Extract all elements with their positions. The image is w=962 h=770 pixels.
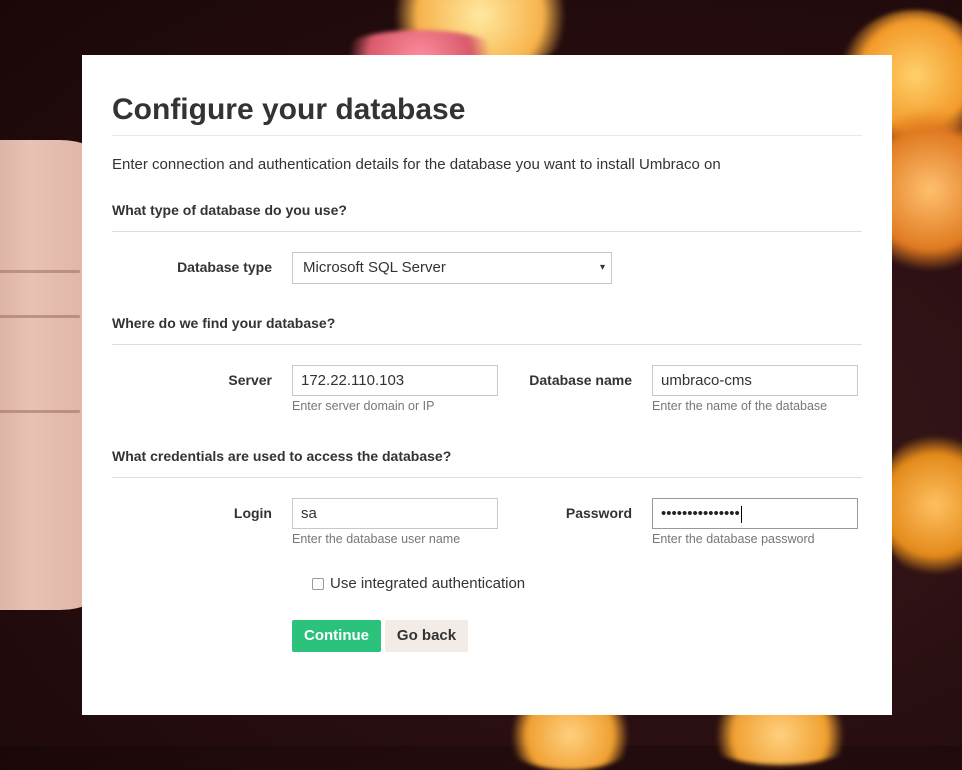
database-type-select[interactable]: Microsoft SQL Server ▾ [292, 252, 612, 284]
continue-button[interactable]: Continue [292, 620, 381, 652]
section-heading-location: Where do we find your database? [112, 315, 336, 331]
text-cursor [740, 505, 742, 523]
server-value: 172.22.110.103 [301, 372, 405, 389]
password-label: Password [565, 505, 632, 521]
database-name-value: umbraco-cms [661, 372, 752, 389]
chevron-down-icon: ▾ [599, 262, 605, 273]
database-name-help: Enter the name of the database [652, 399, 828, 413]
server-help: Enter server domain or IP [292, 399, 435, 413]
password-help: Enter the database password [652, 532, 815, 546]
server-input[interactable]: 172.22.110.103 [292, 365, 498, 396]
password-input[interactable]: ••••••••••••••• [652, 498, 858, 529]
database-type-value: Microsoft SQL Server [303, 259, 446, 276]
page-title: Configure your database [112, 93, 466, 126]
intro-text: Enter connection and authentication deta… [112, 156, 721, 173]
install-panel: Configure your database Enter connection… [82, 55, 892, 715]
integrated-auth-checkbox[interactable] [312, 578, 324, 590]
title-divider [112, 135, 862, 136]
database-name-input[interactable]: umbraco-cms [652, 365, 858, 396]
login-label: Login [233, 505, 272, 521]
section-divider [112, 477, 862, 478]
password-value: ••••••••••••••• [661, 505, 740, 522]
database-name-label: Database name [529, 372, 632, 388]
login-value: sa [301, 505, 317, 522]
section-divider [112, 231, 862, 232]
login-input[interactable]: sa [292, 498, 498, 529]
section-heading-credentials: What credentials are used to access the … [112, 448, 452, 464]
login-help: Enter the database user name [292, 532, 461, 546]
section-heading-db-type: What type of database do you use? [112, 202, 347, 218]
database-type-label: Database type [177, 259, 272, 275]
integrated-auth-label[interactable]: Use integrated authentication [330, 575, 525, 592]
go-back-button[interactable]: Go back [385, 620, 468, 652]
server-label: Server [228, 372, 272, 388]
section-divider [112, 344, 862, 345]
